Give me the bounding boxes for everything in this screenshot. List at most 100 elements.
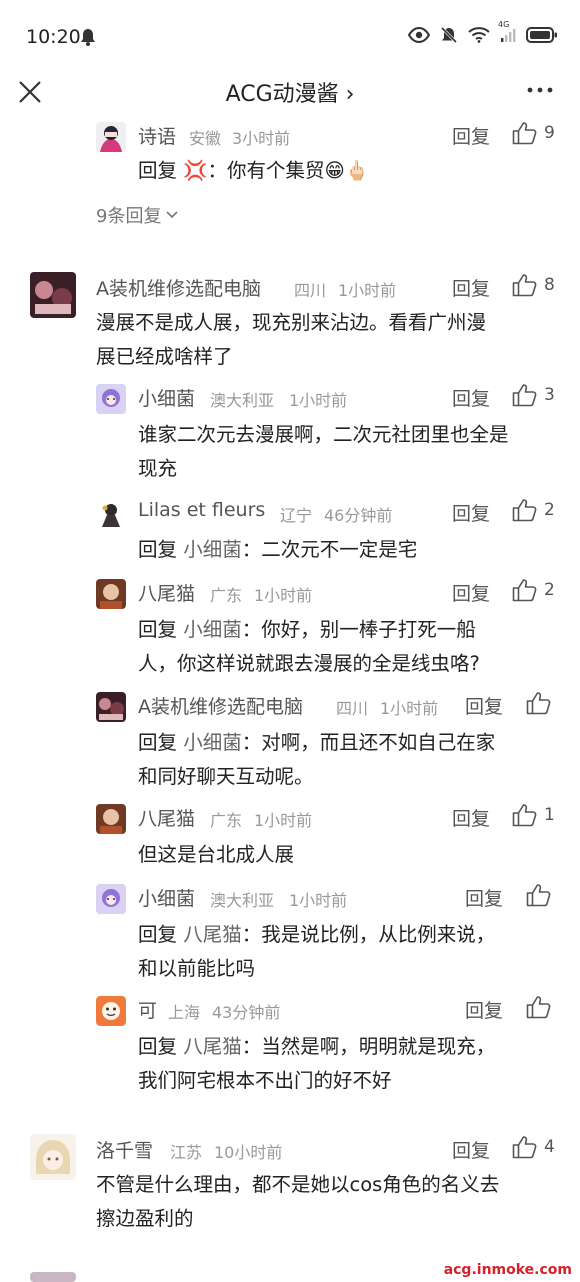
- reply-text: 回复 小细菌：二次元不一定是宅: [138, 533, 417, 567]
- reply-button[interactable]: 回复: [452, 1136, 490, 1163]
- user-name[interactable]: 小细菌: [138, 384, 195, 411]
- reply-text: 但这是台北成人展: [138, 838, 294, 872]
- status-bar: 10:20 4G: [0, 0, 580, 72]
- reply-target[interactable]: 小细菌: [183, 618, 242, 641]
- avatar[interactable]: [96, 384, 126, 414]
- comment-time: 1小时前: [289, 891, 348, 910]
- user-name[interactable]: 八尾猫: [138, 804, 195, 831]
- like-button[interactable]: [526, 883, 552, 907]
- more-options-button[interactable]: [526, 76, 554, 104]
- like-button[interactable]: [526, 995, 552, 1019]
- like-button[interactable]: 4: [512, 1135, 555, 1159]
- like-count: 8: [544, 275, 555, 295]
- reply-text: 回复 💢：你有个集贸😁🖕🏻: [138, 154, 369, 188]
- like-count: 3: [544, 385, 555, 405]
- reply-content: 二次元不一定是宅: [261, 538, 418, 561]
- reply-line: 和同好聊天互动呢。: [138, 765, 314, 788]
- watermark: acg.inmoke.com: [443, 1262, 572, 1278]
- comment-line: 擦边盈利的: [96, 1207, 194, 1230]
- like-button[interactable]: 2: [512, 578, 555, 602]
- reply-text: 回复 八尾猫：我是说比例，从比例来说， 和以前能比吗: [138, 918, 495, 986]
- avatar[interactable]: [96, 692, 126, 722]
- battery-icon: [526, 26, 558, 48]
- user-name[interactable]: 可: [138, 996, 157, 1023]
- reply-button[interactable]: 回复: [452, 499, 490, 526]
- colon: ：: [241, 731, 262, 754]
- like-button[interactable]: 8: [512, 273, 555, 297]
- reply-target[interactable]: 小细菌: [183, 731, 242, 754]
- like-button[interactable]: 2: [512, 498, 555, 522]
- user-location: 江苏: [170, 1143, 203, 1162]
- colon: ：: [241, 538, 262, 561]
- reply-text: 谁家二次元去漫展啊，二次元社团里也全是 现充: [138, 418, 509, 486]
- avatar[interactable]: [96, 122, 126, 152]
- avatar[interactable]: [30, 1272, 76, 1282]
- reply-button[interactable]: 回复: [452, 804, 490, 831]
- reply-target[interactable]: 小细菌: [183, 538, 242, 561]
- reply-text: 回复 小细菌：对啊，而且还不如自己在家 和同好聊天互动呢。: [138, 726, 495, 794]
- reply-target[interactable]: 八尾猫: [183, 1035, 242, 1058]
- user-location: 四川: [336, 699, 369, 718]
- reply-target[interactable]: 八尾猫: [183, 923, 242, 946]
- reply-target[interactable]: 💢: [183, 159, 207, 182]
- reply-button[interactable]: 回复: [452, 122, 490, 149]
- more-dots-icon: [527, 87, 553, 93]
- user-location: 安徽: [189, 129, 222, 148]
- like-count: 2: [544, 500, 555, 520]
- colon: ：: [207, 159, 228, 182]
- more-replies-label: 9条回复: [96, 206, 162, 227]
- comment-time: 10小时前: [214, 1143, 283, 1162]
- reply-item: 诗语 安徽 3小时前 回复 9 回复 💢：你有个集贸😁🖕🏻: [0, 112, 580, 202]
- user-name[interactable]: 诗语: [138, 122, 176, 149]
- user-name[interactable]: 小细菌: [138, 884, 195, 911]
- reply-button[interactable]: 回复: [452, 274, 490, 301]
- avatar[interactable]: [30, 1134, 76, 1180]
- avatar[interactable]: [96, 884, 126, 914]
- view-more-replies-button[interactable]: 9条回复: [96, 202, 179, 228]
- reply-item: 小细菌 澳大利亚 1小时前 回复 回复 八尾猫：我是说比例，从比例来说， 和以前…: [0, 872, 580, 982]
- like-button[interactable]: 9: [512, 121, 555, 145]
- reply-line: 谁家二次元去漫展啊，二次元社团里也全是: [138, 423, 509, 446]
- like-button[interactable]: [526, 691, 552, 715]
- avatar[interactable]: [96, 499, 126, 529]
- reply-prefix: 回复: [138, 923, 178, 946]
- avatar[interactable]: [30, 272, 76, 318]
- user-name[interactable]: Lilas et fleurs: [138, 499, 265, 521]
- like-count: 9: [544, 123, 555, 143]
- comment-feed[interactable]: 诗语 安徽 3小时前 回复 9 回复 💢：你有个集贸😁🖕🏻 9条回复 A装机维修…: [0, 112, 580, 1282]
- user-location: 澳大利亚: [210, 391, 275, 410]
- comment-time: 1小时前: [289, 391, 348, 410]
- user-name[interactable]: A装机维修选配电脑: [138, 692, 303, 719]
- comment-time: 1小时前: [254, 811, 313, 830]
- eye-icon: [407, 26, 431, 47]
- avatar[interactable]: [96, 996, 126, 1026]
- thumbs-up-icon: [512, 274, 537, 297]
- reply-item: A装机维修选配电脑 四川 1小时前 回复 回复 小细菌：对啊，而且还不如自己在家…: [0, 680, 580, 790]
- reply-item: 小细菌 澳大利亚 1小时前 回复 3 谁家二次元去漫展啊，二次元社团里也全是 现…: [0, 372, 580, 482]
- reply-button[interactable]: 回复: [452, 384, 490, 411]
- user-name[interactable]: 八尾猫: [138, 579, 195, 606]
- reply-button[interactable]: 回复: [465, 884, 503, 911]
- reply-button[interactable]: 回复: [465, 692, 503, 719]
- thumbs-up-icon: [526, 996, 551, 1019]
- reply-button[interactable]: 回复: [465, 996, 503, 1023]
- avatar[interactable]: [96, 579, 126, 609]
- reply-item: 八尾猫 广东 1小时前 回复 2 回复 小细菌：你好，别一棒子打死一船 人，你这…: [0, 567, 580, 677]
- reply-button[interactable]: 回复: [452, 579, 490, 606]
- like-button[interactable]: 3: [512, 383, 555, 407]
- comment-line: 不管是什么理由，都不是她以cos角色的名义去: [96, 1173, 500, 1196]
- page-title[interactable]: ACG动漫酱 ›: [0, 76, 580, 108]
- network-type: 4G: [498, 20, 510, 29]
- reply-content: 你有个集贸😁🖕🏻: [227, 159, 370, 182]
- notification-bell-icon: [80, 28, 96, 50]
- reply-line: 现充: [138, 457, 178, 480]
- reply-line: 人，你这样说就跟去漫展的全是线虫咯?: [138, 652, 480, 675]
- user-location: 澳大利亚: [210, 891, 275, 910]
- user-name[interactable]: A装机维修选配电脑: [96, 274, 261, 301]
- user-location: 四川: [294, 281, 327, 300]
- reply-line: 和以前能比吗: [138, 957, 256, 980]
- user-name[interactable]: 洛千雪: [96, 1136, 153, 1163]
- reply-prefix: 回复: [138, 159, 178, 182]
- avatar[interactable]: [96, 804, 126, 834]
- like-button[interactable]: 1: [512, 803, 555, 827]
